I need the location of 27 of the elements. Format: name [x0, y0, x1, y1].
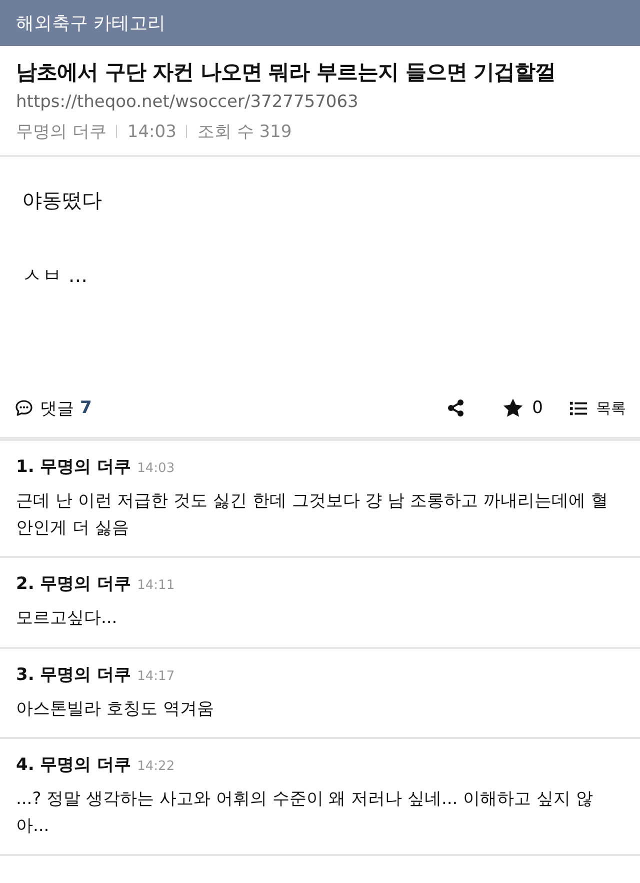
comment-time: 14:22: [137, 758, 175, 774]
comment-author: 1. 무명의 더쿠: [16, 456, 132, 478]
comment-author: 2. 무명의 더쿠: [16, 573, 132, 596]
comment-icon: [14, 398, 34, 418]
post-author: 무명의 더쿠: [16, 121, 106, 143]
category-title[interactable]: 해외축구 카테고리: [16, 11, 166, 35]
list-link[interactable]: 목록: [596, 398, 626, 418]
comment-time: 14:03: [137, 461, 175, 476]
post-text: 야동떴다: [22, 187, 103, 214]
comment-author: 4. 무명의 더쿠: [16, 754, 132, 776]
comment-text: 모르고싶다...: [16, 607, 118, 630]
comment-text: 근데 난 이런 저급한 것도 싫긴 한데 그것보다 걍 남 조롱하고 까내리는데에 혈안인게 더 싫음: [16, 490, 609, 540]
comment-text: 아스톤빌라 호칭도 역겨움: [16, 698, 215, 721]
share-icon[interactable]: [446, 398, 466, 418]
comment-time: 14:17: [137, 668, 175, 684]
post-text: ㅅㅂ ...: [22, 262, 88, 289]
comments-label[interactable]: 댓글: [40, 396, 74, 420]
comment-time: 14:11: [137, 578, 175, 594]
post-time: 14:03: [127, 122, 176, 142]
post-url[interactable]: https://theqoo.net/wsoccer/3727757063: [16, 92, 624, 112]
comment-count: 7: [80, 398, 92, 418]
post-title: 남초에서 구단 자컨 나오면 뭐라 부르는지 들으면 기겁할껄: [16, 59, 557, 86]
comment-author: 3. 무명의 더쿠: [16, 664, 132, 686]
like-count: 0: [532, 398, 543, 418]
star-icon[interactable]: [502, 397, 524, 419]
view-count: 조회 수 319: [197, 121, 292, 143]
comment-text: ...? 정말 생각하는 사고와 어휘의 수준이 왜 저러나 싶네... 이해하고 싶지 않아...: [16, 788, 594, 838]
